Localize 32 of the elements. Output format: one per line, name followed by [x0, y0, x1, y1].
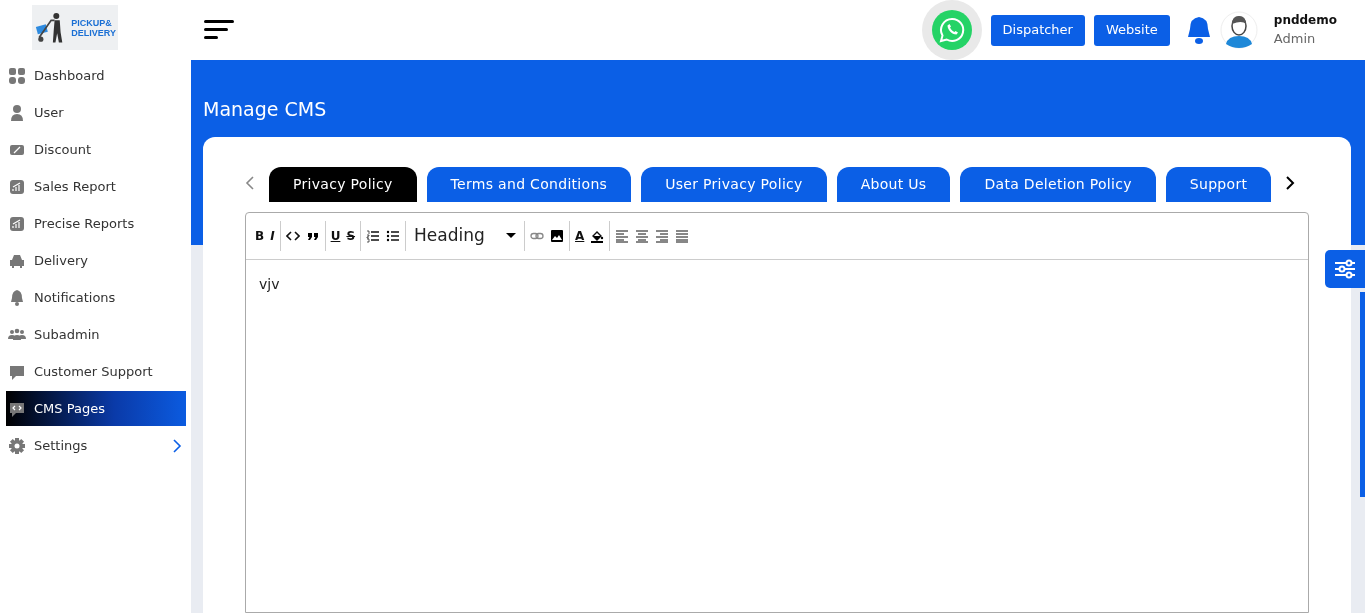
- tab[interactable]: Terms and Conditions: [426, 167, 632, 202]
- heading-dropdown[interactable]: Heading: [410, 223, 521, 249]
- tab[interactable]: Privacy Policy: [269, 167, 417, 202]
- underline-button[interactable]: U: [329, 230, 342, 242]
- sidebar-item[interactable]: Delivery: [6, 243, 186, 278]
- logo-text: DELIVERY: [71, 27, 116, 38]
- header-button[interactable]: Website: [1093, 14, 1170, 46]
- sidebar-item[interactable]: Customer Support: [6, 354, 186, 389]
- editor-text: vjv: [258, 275, 281, 294]
- tab[interactable]: User Privacy Policy: [641, 167, 827, 202]
- italic-button[interactable]: I: [269, 230, 276, 242]
- sidebar-item[interactable]: Sales Report: [6, 169, 186, 204]
- text-color-button[interactable]: A: [574, 230, 586, 242]
- sidebar-item[interactable]: Notifications: [6, 280, 186, 315]
- rich-text-editor[interactable]: B I U S Heading A vjv: [245, 212, 1309, 613]
- page-title: Manage CMS: [203, 97, 328, 122]
- sidebar-item[interactable]: Discount: [6, 132, 186, 167]
- sidebar-item[interactable]: Dashboard: [6, 58, 186, 93]
- sidebar-item[interactable]: User: [6, 95, 186, 130]
- bold-button[interactable]: B: [254, 230, 266, 242]
- header-button[interactable]: Dispatcher: [990, 14, 1085, 46]
- sidebar-item[interactable]: CMS Pages: [6, 391, 186, 426]
- sidebar-item[interactable]: Settings: [6, 428, 186, 463]
- tab[interactable]: Data Deletion Policy: [960, 167, 1156, 202]
- sidebar-item[interactable]: Subadmin: [6, 317, 186, 352]
- sidebar-item[interactable]: Precise Reports: [6, 206, 186, 241]
- user-name: pnddemo: [1273, 12, 1337, 30]
- strikethrough-button[interactable]: S: [345, 230, 357, 242]
- user-role: Admin: [1273, 30, 1317, 49]
- tab[interactable]: About Us: [836, 167, 951, 202]
- logo-text: PICKUP&: [71, 17, 113, 28]
- tab[interactable]: Support: [1165, 167, 1272, 202]
